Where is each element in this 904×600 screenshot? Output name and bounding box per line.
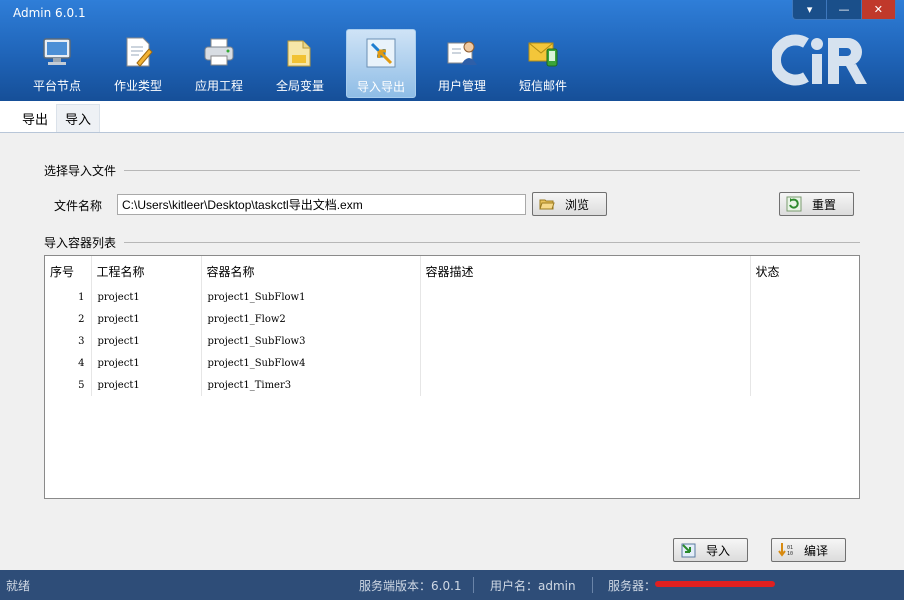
file-path-input[interactable] (117, 194, 526, 215)
ribbon-user-management[interactable]: 用户管理 (427, 29, 497, 98)
ribbon-sms-email[interactable]: 短信邮件 (508, 29, 578, 98)
table-row[interactable]: 1 project1 project1_SubFlow1 (45, 286, 859, 308)
status-state: 就绪 (6, 579, 31, 593)
table-row[interactable]: 4 project1 project1_SubFlow4 (45, 352, 859, 374)
window-title: Admin 6.0.1 (13, 6, 86, 20)
cell-project: project1 (91, 286, 202, 308)
brand-logo (772, 34, 867, 86)
close-button[interactable]: ✕ (861, 0, 895, 19)
mail-phone-icon (528, 42, 558, 67)
tab-export[interactable]: 导出 (14, 104, 56, 132)
cell-project: project1 (91, 308, 202, 330)
import-arrow-icon (681, 543, 696, 558)
cell-status (750, 308, 859, 330)
compile-label: 编译 (804, 543, 829, 558)
column-header-status[interactable]: 状态 (750, 256, 859, 286)
table-row[interactable]: 2 project1 project1_Flow2 (45, 308, 859, 330)
tab-import[interactable]: 导入 (56, 104, 101, 132)
minimize-button[interactable]: ▾ (793, 0, 828, 19)
column-header-no[interactable]: 序号 (45, 256, 92, 286)
ribbon-bar: Admin 6.0.1 ▾ — ✕ 平台节点 作业类型 应用工程 全局变量 导入… (0, 0, 904, 101)
cell-description (420, 374, 751, 396)
ribbon-app-projects[interactable]: 应用工程 (184, 29, 254, 98)
window-controls: ▾ — ✕ (792, 0, 896, 20)
compile-button[interactable]: 01 10 编译 (771, 538, 846, 562)
import-panel: 选择导入文件 文件名称 浏览 重置 导入容器列表 序号 工程名称 容器名称 (0, 134, 904, 570)
divider (124, 170, 861, 171)
divider (592, 577, 593, 593)
divider (473, 577, 474, 593)
ribbon-label: 作业类型 (113, 79, 162, 93)
restore-button[interactable]: — (827, 0, 862, 19)
file-name-label: 文件名称 (54, 199, 103, 213)
monitor-icon (43, 38, 71, 65)
container-list-group: 导入容器列表 (44, 234, 861, 251)
cell-no: 2 (45, 308, 92, 330)
folder-file-icon (287, 40, 311, 67)
cell-container: project1_SubFlow3 (201, 330, 421, 352)
cell-project: project1 (91, 374, 202, 396)
browse-button[interactable]: 浏览 (532, 192, 607, 216)
cell-project: project1 (91, 330, 202, 352)
cell-no: 4 (45, 352, 92, 374)
ribbon-label: 应用工程 (194, 79, 243, 93)
import-button[interactable]: 导入 (673, 538, 748, 562)
cell-description (420, 330, 751, 352)
status-bar: 就绪 服务端版本：6.0.1 用户名：admin 服务器： (0, 570, 904, 600)
column-header-project[interactable]: 工程名称 (91, 256, 202, 286)
svg-text:10: 10 (787, 551, 793, 557)
ribbon-toolbar: 平台节点 作业类型 应用工程 全局变量 导入导出 用户管理 短信邮件 (22, 29, 589, 98)
import-file-group: 选择导入文件 (44, 162, 861, 179)
server-version: 服务端版本：6.0.1 (359, 579, 462, 593)
table-header-row: 序号 工程名称 容器名称 容器描述 状态 (45, 256, 859, 286)
ribbon-label: 导入导出 (356, 80, 405, 94)
cell-container: project1_SubFlow1 (201, 286, 421, 308)
cell-status (750, 286, 859, 308)
cell-no: 3 (45, 330, 92, 352)
cell-no: 1 (45, 286, 92, 308)
ribbon-import-export[interactable]: 导入导出 (346, 29, 416, 98)
ribbon-label: 短信邮件 (518, 79, 567, 93)
reset-button[interactable]: 重置 (779, 192, 854, 216)
ribbon-job-types[interactable]: 作业类型 (103, 29, 173, 98)
ribbon-global-vars[interactable]: 全局变量 (265, 29, 335, 98)
open-folder-icon (539, 199, 555, 210)
import-label: 导入 (706, 543, 731, 558)
cell-description (420, 352, 751, 374)
document-pencil-icon (126, 37, 153, 67)
cell-no: 5 (45, 374, 92, 396)
divider (124, 242, 861, 243)
cell-container: project1_SubFlow4 (201, 352, 421, 374)
cell-description (420, 286, 751, 308)
refresh-icon (786, 196, 802, 212)
sub-tab-bar: 导出 导入 (0, 101, 904, 133)
import-export-arrows-icon (366, 38, 396, 68)
printer-icon (204, 38, 234, 66)
binary-compile-icon: 01 10 (778, 543, 793, 557)
ribbon-platform-nodes[interactable]: 平台节点 (22, 29, 92, 98)
table-row[interactable]: 5 project1 project1_Timer3 (45, 374, 859, 396)
cell-container: project1_Flow2 (201, 308, 421, 330)
cell-status (750, 374, 859, 396)
cell-description (420, 308, 751, 330)
browse-label: 浏览 (565, 197, 590, 212)
cell-project: project1 (91, 352, 202, 374)
ribbon-label: 全局变量 (275, 79, 324, 93)
ribbon-label: 用户管理 (437, 79, 486, 93)
redacted-server-address (655, 581, 775, 587)
reset-label: 重置 (812, 197, 837, 212)
container-table[interactable]: 序号 工程名称 容器名称 容器描述 状态 1 project1 project1… (44, 255, 860, 499)
table-row[interactable]: 3 project1 project1_SubFlow3 (45, 330, 859, 352)
cell-status (750, 330, 859, 352)
cell-status (750, 352, 859, 374)
column-header-container[interactable]: 容器名称 (201, 256, 421, 286)
column-header-description[interactable]: 容器描述 (420, 256, 751, 286)
group-title: 导入容器列表 (44, 236, 117, 250)
user-card-icon (447, 41, 477, 65)
server-label: 服务器： (608, 579, 657, 593)
group-title: 选择导入文件 (44, 164, 117, 178)
username: 用户名：admin (490, 579, 576, 593)
cell-container: project1_Timer3 (201, 374, 421, 396)
ribbon-label: 平台节点 (32, 79, 81, 93)
